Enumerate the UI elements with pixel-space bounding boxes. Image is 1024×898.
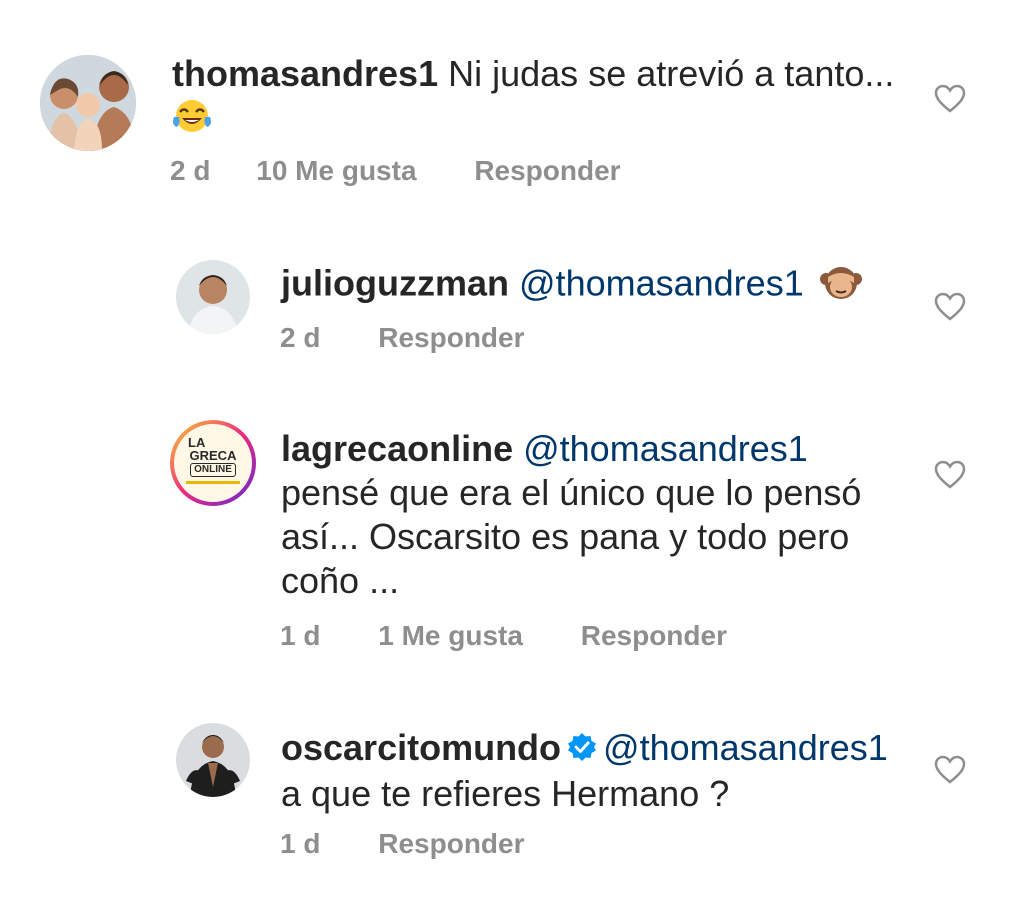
comment-body: thomasandres1 Ni judas se atrevió a tant… [172,52,894,96]
comment-text: Ni judas se atrevió a tanto... [448,53,895,94]
comment-meta: 1 d Responder [280,828,525,860]
timestamp: 2 d [280,322,321,353]
avatar[interactable]: LA GRECA ONLINE [170,420,256,506]
comment-lagrecaonline: LA GRECA ONLINE lagrecaonline @thomasand… [0,410,1024,690]
username[interactable]: lagrecaonline [281,428,513,469]
mention-link[interactable]: @thomasandres1 [519,263,804,304]
mention-link[interactable]: @thomasandres1 [523,428,808,469]
like-heart-icon[interactable] [934,292,966,322]
username[interactable]: thomasandres1 [172,53,438,94]
avatar[interactable] [176,723,250,797]
timestamp: 1 d [280,620,321,651]
reply-button[interactable]: Responder [378,322,524,353]
comment-meta: 1 d 1 Me gusta Responder [280,620,727,652]
likes-count[interactable]: 1 Me gusta [378,620,523,651]
comment-oscarcitomundo: oscarcitomundo @thomasandres1 a que te r… [0,710,1024,890]
see-no-evil-monkey-emoji-icon [819,261,862,311]
username[interactable]: oscarcitomundo [281,727,561,768]
timestamp: 2 d [170,155,211,186]
timestamp: 1 d [280,828,321,859]
like-heart-icon[interactable] [934,755,966,785]
username[interactable]: julioguzzman [281,263,509,304]
comment-text-line-3: coño ... [281,560,400,601]
avatar[interactable] [176,260,250,334]
comment-text-line-2: así... Oscarsito es pana y todo pero [281,516,850,557]
comment-body: oscarcitomundo @thomasandres1 a que te r… [281,726,921,816]
reply-button[interactable]: Responder [378,828,524,859]
like-heart-icon[interactable] [934,460,966,490]
comment-meta: 2 d Responder [280,322,525,354]
comment-body: lagrecaonline @thomasandres1 pensé que e… [281,427,921,603]
comment-meta: 2 d 10 Me gusta Responder [170,155,621,187]
like-heart-icon[interactable] [934,84,966,114]
avatar[interactable] [40,55,136,151]
avatar-logo: LA GRECA ONLINE [174,424,252,502]
comment-text-line-1: pensé que era el único que lo pensó [281,472,862,513]
tears-of-joy-emoji-icon [171,97,213,135]
comment-body: julioguzzman @thomasandres1 [281,261,862,311]
reply-button[interactable]: Responder [581,620,727,651]
comment-thomasandres1: thomasandres1 Ni judas se atrevió a tant… [0,0,1024,210]
verified-badge-icon [567,728,597,772]
reply-button[interactable]: Responder [474,155,620,186]
comment-text: a que te refieres Hermano ? [281,773,730,815]
likes-count[interactable]: 10 Me gusta [256,155,416,186]
comment-julioguzzman: julioguzzman @thomasandres1 2 d Responde… [0,240,1024,380]
mention-link[interactable]: @thomasandres1 [603,727,888,768]
